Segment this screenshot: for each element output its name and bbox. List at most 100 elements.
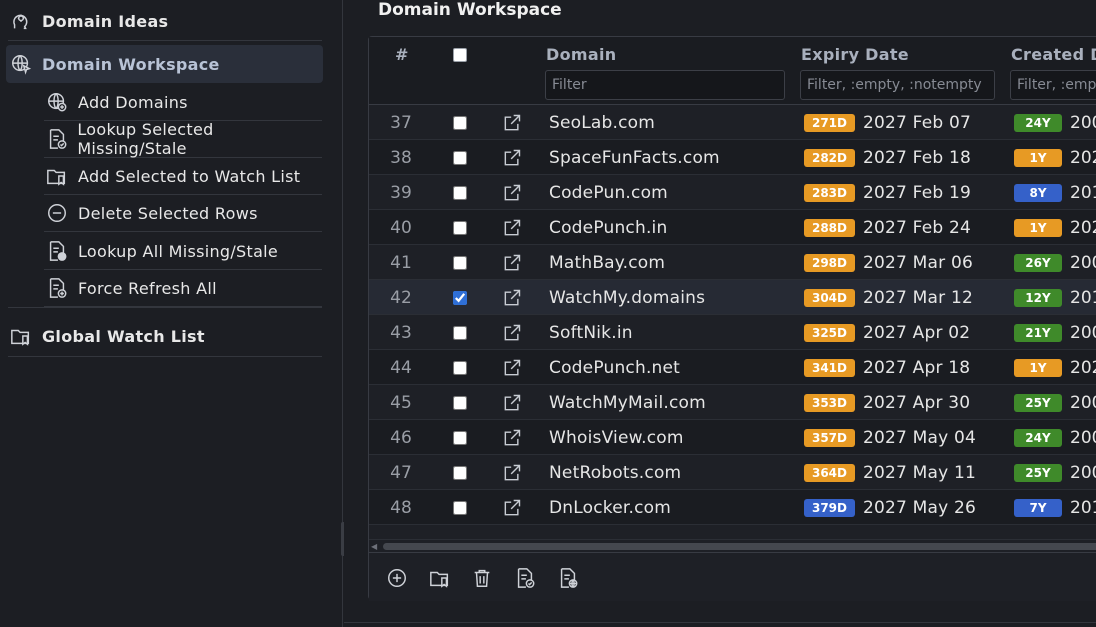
sidebar-action-0[interactable]: Add Domains: [44, 84, 322, 121]
domain-name[interactable]: WhoisView.com: [549, 420, 684, 455]
external-link-icon[interactable]: [502, 245, 524, 280]
row-checkbox-cell: [453, 280, 467, 315]
table-row[interactable]: 37 SeoLab.com 271D 2027 Feb 07 24Y 2003: [369, 105, 1096, 140]
domain-name[interactable]: DnLocker.com: [549, 490, 671, 525]
domain-age-badge: 24Y: [1014, 429, 1062, 447]
table-row[interactable]: 47 NetRobots.com 364D 2027 May 11 25Y 2000: [369, 455, 1096, 490]
nav-domain-ideas[interactable]: Domain Ideas: [8, 7, 168, 35]
domain-name[interactable]: CodePunch.net: [549, 350, 680, 385]
row-checkbox[interactable]: [453, 325, 467, 340]
doc-check-icon: [44, 126, 69, 152]
table-row[interactable]: 48 DnLocker.com 379D 2027 May 26 7Y 2018: [369, 490, 1096, 525]
row-checkbox[interactable]: [453, 395, 467, 410]
row-checkbox[interactable]: [453, 220, 467, 235]
expiry-days-badge: 364D: [804, 464, 855, 482]
created-date: 2001: [1070, 427, 1096, 448]
external-link-icon[interactable]: [502, 315, 524, 350]
row-checkbox[interactable]: [453, 185, 467, 200]
domain-filter-input[interactable]: [545, 70, 785, 100]
table-row[interactable]: 45 WatchMyMail.com 353D 2027 Apr 30 25Y 2000: [369, 385, 1096, 420]
sidebar: Domain Ideas Domain Workspace Add Domain…: [0, 0, 343, 627]
table-row[interactable]: 46 WhoisView.com 357D 2027 May 04 24Y 2001: [369, 420, 1096, 455]
column-header-created[interactable]: Created Da: [1011, 45, 1096, 64]
table-row[interactable]: 42 WatchMy.domains 304D 2027 Mar 12 12Y 2014: [369, 280, 1096, 315]
external-link-icon[interactable]: [502, 175, 524, 210]
row-number: 48: [390, 497, 412, 518]
doc-globe-icon[interactable]: [555, 565, 581, 591]
scroll-left-icon[interactable]: ◀: [371, 542, 377, 551]
created-date: 2014: [1070, 287, 1096, 308]
external-link-icon[interactable]: [502, 420, 524, 455]
row-number: 44: [390, 357, 412, 378]
row-checkbox[interactable]: [453, 465, 467, 480]
row-checkbox-cell: [453, 420, 467, 455]
expiry-filter-input[interactable]: [800, 70, 995, 100]
domain-name[interactable]: NetRobots.com: [549, 455, 681, 490]
column-header-expiry[interactable]: Expiry Date: [801, 45, 909, 64]
trash-icon[interactable]: [469, 565, 495, 591]
table-row[interactable]: 39 CodePun.com 283D 2027 Feb 19 8Y 2017: [369, 175, 1096, 210]
domain-name[interactable]: SoftNik.in: [549, 315, 633, 350]
domain-age-badge: 1Y: [1014, 219, 1062, 237]
domain-name[interactable]: CodePun.com: [549, 175, 668, 210]
row-checkbox[interactable]: [453, 430, 467, 445]
expiry-date: 2027 May 26: [863, 497, 977, 518]
folder-bookmark-icon[interactable]: [427, 565, 453, 591]
domain-name[interactable]: CodePunch.in: [549, 210, 667, 245]
external-link-icon[interactable]: [502, 385, 524, 420]
expiry-date: 2027 Feb 19: [863, 182, 972, 203]
external-link-icon[interactable]: [502, 490, 524, 525]
row-number: 38: [390, 147, 412, 168]
scrollbar-thumb[interactable]: [383, 543, 1096, 550]
sidebar-action-3[interactable]: Delete Selected Rows: [44, 195, 322, 232]
column-header-num[interactable]: #: [395, 45, 409, 64]
select-all-checkbox[interactable]: [453, 48, 467, 62]
grid-toolbar: [369, 552, 1096, 601]
sidebar-action-1[interactable]: Lookup Selected Missing/Stale: [44, 120, 322, 158]
nav-domain-workspace[interactable]: Domain Workspace: [6, 45, 323, 83]
domain-name[interactable]: WatchMyMail.com: [549, 385, 706, 420]
sidebar-action-4[interactable]: Lookup All Missing/Stale: [44, 233, 322, 270]
column-header-domain[interactable]: Domain: [546, 45, 616, 64]
sidebar-action-5[interactable]: Force Refresh All: [44, 270, 322, 307]
domain-name[interactable]: SeoLab.com: [549, 105, 655, 140]
row-number: 43: [390, 322, 412, 343]
expiry-date: 2027 Apr 18: [863, 357, 971, 378]
row-checkbox[interactable]: [453, 290, 467, 305]
table-row[interactable]: 41 MathBay.com 298D 2027 Mar 06 26Y 2000: [369, 245, 1096, 280]
external-link-icon[interactable]: [502, 455, 524, 490]
sidebar-action-label: Force Refresh All: [78, 278, 217, 298]
row-checkbox[interactable]: [453, 115, 467, 130]
domain-name[interactable]: SpaceFunFacts.com: [549, 140, 720, 175]
doc-check-icon[interactable]: [512, 565, 538, 591]
nav-global-watch-list[interactable]: Global Watch List: [8, 321, 205, 351]
domain-age-badge: 1Y: [1014, 149, 1062, 167]
table-row[interactable]: 44 CodePunch.net 341D 2027 Apr 18 1Y 2024: [369, 350, 1096, 385]
domain-age-badge: 8Y: [1014, 184, 1062, 202]
sidebar-action-2[interactable]: Add Selected to Watch List: [44, 158, 322, 195]
row-checkbox[interactable]: [453, 500, 467, 515]
domain-name[interactable]: MathBay.com: [549, 245, 665, 280]
horizontal-scrollbar[interactable]: ◀: [369, 539, 1096, 551]
external-link-icon[interactable]: [502, 105, 524, 140]
created-date: 2000: [1070, 252, 1096, 273]
row-checkbox[interactable]: [453, 255, 467, 270]
row-checkbox-cell: [453, 490, 467, 525]
add-circle-icon[interactable]: [384, 565, 410, 591]
external-link-icon[interactable]: [502, 280, 524, 315]
domain-name[interactable]: WatchMy.domains: [549, 280, 705, 315]
created-filter-input[interactable]: [1010, 70, 1096, 100]
row-checkbox[interactable]: [453, 360, 467, 375]
table-row[interactable]: 43 SoftNik.in 325D 2027 Apr 02 21Y 2005: [369, 315, 1096, 350]
sidebar-action-label: Lookup Selected Missing/Stale: [77, 120, 214, 158]
sidebar-action-label: Lookup All Missing/Stale: [78, 241, 279, 261]
table-row[interactable]: 40 CodePunch.in 288D 2027 Feb 24 1Y 2024: [369, 210, 1096, 245]
external-link-icon[interactable]: [502, 140, 524, 175]
external-link-icon[interactable]: [502, 210, 524, 245]
external-link-icon[interactable]: [502, 350, 524, 385]
row-checkbox[interactable]: [453, 150, 467, 165]
created-date: 2000: [1070, 462, 1096, 483]
data-grid: # Domain Expiry Date Created Da 37 SeoLab…: [368, 36, 1096, 601]
folder-bookmark-icon: [44, 163, 70, 189]
table-row[interactable]: 38 SpaceFunFacts.com 282D 2027 Feb 18 1Y 2024: [369, 140, 1096, 175]
